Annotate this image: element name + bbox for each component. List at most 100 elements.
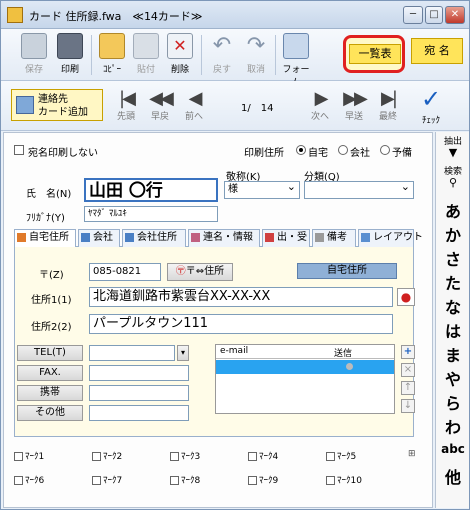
prev-button[interactable]: ◀ 前へ — [179, 87, 209, 127]
tab-layout[interactable]: レイアウト — [358, 229, 423, 247]
no-print-checkbox[interactable] — [14, 145, 24, 155]
print-button[interactable]: 印刷 — [53, 31, 87, 79]
zip-address-convert-button[interactable]: 〶〒⇔住所 — [167, 263, 233, 281]
index-ra[interactable]: ら — [436, 390, 470, 414]
email-row[interactable] — [216, 360, 394, 374]
first-button[interactable]: |◀ 先頭 — [111, 87, 141, 127]
mark-4-checkbox[interactable] — [248, 452, 257, 461]
mark-10[interactable]: ﾏｰｸ10 — [326, 473, 362, 486]
tel-label[interactable]: TEL(T) — [17, 345, 83, 361]
undo-button[interactable]: ↶ 戻す — [205, 31, 239, 79]
zip-convert-label: 〒⇔住所 — [185, 266, 225, 277]
tab-company[interactable]: 会社 — [78, 229, 120, 247]
email-list[interactable]: e-mail 送信 — [215, 344, 395, 414]
tab-notes[interactable]: 備考 — [312, 229, 356, 247]
add-contact-card-button[interactable]: 連絡先 カード追加 — [11, 89, 103, 121]
fast-back-button[interactable]: ◀◀ 早戻 — [145, 87, 175, 127]
map-pin-icon[interactable]: ● — [397, 288, 415, 306]
save-label: 保存 — [24, 65, 43, 75]
close-button[interactable]: ✕ — [445, 6, 465, 24]
index-a[interactable]: あ — [436, 198, 470, 222]
name-input[interactable]: 山田 〇行 — [84, 178, 218, 202]
index-ya[interactable]: や — [436, 366, 470, 390]
cancel-edit-button[interactable]: ↷ 取消 — [239, 31, 273, 79]
tab-joint-info[interactable]: 連名・情報 — [188, 229, 260, 247]
print-address-spare-label: 予備 — [392, 148, 412, 159]
mark-5[interactable]: ﾏｰｸ5 — [326, 449, 356, 462]
tab-sent-received[interactable]: 出・受 — [262, 229, 310, 247]
index-na[interactable]: な — [436, 294, 470, 318]
add-card-icon — [16, 96, 34, 114]
mark-2[interactable]: ﾏｰｸ2 — [92, 449, 122, 462]
mark-1-checkbox[interactable] — [14, 452, 23, 461]
mark-8-checkbox[interactable] — [170, 476, 179, 485]
index-ma[interactable]: ま — [436, 342, 470, 366]
toolbar-divider — [91, 35, 92, 75]
email-list-header: e-mail 送信 — [216, 345, 394, 359]
mark-6-checkbox[interactable] — [14, 476, 23, 485]
fax-input[interactable] — [89, 365, 189, 381]
furigana-input[interactable]: ﾔﾏﾀﾞ ﾏﾙﾕｷ — [84, 206, 218, 222]
email-delete-button[interactable]: × — [401, 363, 415, 377]
search-button[interactable]: 検索 ⚲ — [436, 164, 470, 188]
extract-button[interactable]: 抽出 ▼ — [436, 134, 470, 158]
index-other[interactable]: 他 — [436, 464, 470, 488]
fast-forward-button[interactable]: ▶▶ 早送 — [339, 87, 369, 127]
tab-home-address[interactable]: 自宅住所 — [14, 229, 76, 247]
index-ta[interactable]: た — [436, 270, 470, 294]
mobile-input[interactable] — [89, 385, 189, 401]
index-ha[interactable]: は — [436, 318, 470, 342]
tab-company-label: 会社 — [93, 232, 113, 243]
tab-company-address[interactable]: 会社住所 — [122, 229, 186, 247]
index-sa[interactable]: さ — [436, 246, 470, 270]
email-move-down-button[interactable]: ↓ — [401, 399, 415, 413]
index-wa[interactable]: わ — [436, 414, 470, 438]
marks-expand-icon[interactable]: ⊞ — [408, 449, 416, 459]
category-select[interactable] — [304, 181, 414, 199]
form-button[interactable]: フォーム — [279, 31, 313, 88]
mark-5-checkbox[interactable] — [326, 452, 335, 461]
minimize-button[interactable]: ─ — [403, 6, 423, 24]
index-abc[interactable]: abc — [436, 442, 470, 456]
print-address-company-radio[interactable] — [338, 145, 348, 155]
address1-input[interactable]: 北海道釧路市紫雲台XX-XX-XX — [89, 287, 393, 307]
paste-button[interactable]: 貼付 — [129, 31, 163, 79]
copy-button[interactable]: ｺﾋﾟｰ — [95, 31, 129, 79]
index-ka[interactable]: か — [436, 222, 470, 246]
next-button[interactable]: ▶ 次へ — [305, 87, 335, 127]
mark-3-checkbox[interactable] — [170, 452, 179, 461]
list-view-button[interactable]: 一覧表 — [349, 44, 401, 64]
mark-7[interactable]: ﾏｰｸ7 — [92, 473, 122, 486]
mark-9-checkbox[interactable] — [248, 476, 257, 485]
print-address-home-radio[interactable] — [296, 145, 306, 155]
check-button[interactable]: ✓ ﾁｪｯｸ — [413, 85, 449, 127]
mark-10-checkbox[interactable] — [326, 476, 335, 485]
other-input[interactable] — [89, 405, 189, 421]
email-move-up-button[interactable]: ↑ — [401, 381, 415, 395]
mark-2-checkbox[interactable] — [92, 452, 101, 461]
mark-4[interactable]: ﾏｰｸ4 — [248, 449, 278, 462]
home-address-panel: 〒(Z) 085-0821 〶〒⇔住所 自宅住所 住所1(1) 北海道釧路市紫雲… — [14, 247, 415, 437]
print-address-spare-radio[interactable] — [380, 145, 390, 155]
mark-3[interactable]: ﾏｰｸ3 — [170, 449, 200, 462]
tel-filter-icon[interactable]: ▾ — [177, 345, 189, 361]
mark-8[interactable]: ﾏｰｸ8 — [170, 473, 200, 486]
mark-1[interactable]: ﾏｰｸ1 — [14, 449, 44, 462]
save-button[interactable]: 保存 — [17, 31, 51, 79]
address2-input[interactable]: パープルタウン111 — [89, 314, 393, 334]
zip-input[interactable]: 085-0821 — [89, 263, 161, 281]
tel-input[interactable] — [89, 345, 175, 361]
mark-6[interactable]: ﾏｰｸ6 — [14, 473, 44, 486]
paste-icon — [133, 33, 159, 59]
mark-9[interactable]: ﾏｰｸ9 — [248, 473, 278, 486]
last-button[interactable]: ▶| 最終 — [373, 87, 403, 127]
mark-1-label: ﾏｰｸ1 — [25, 452, 45, 462]
maximize-button[interactable]: □ — [425, 6, 443, 24]
honorific-select[interactable]: 様 — [224, 181, 300, 199]
address-label-button[interactable]: 宛 名 — [411, 38, 463, 64]
marks-row-1: ﾏｰｸ1 ﾏｰｸ2 ﾏｰｸ3 ﾏｰｸ4 ﾏｰｸ5 ⊞ — [14, 449, 424, 465]
email-add-button[interactable]: + — [401, 345, 415, 359]
delete-button[interactable]: ✕ 削除 — [163, 31, 197, 79]
tab-joint-info-label: 連名・情報 — [203, 232, 253, 243]
mark-7-checkbox[interactable] — [92, 476, 101, 485]
